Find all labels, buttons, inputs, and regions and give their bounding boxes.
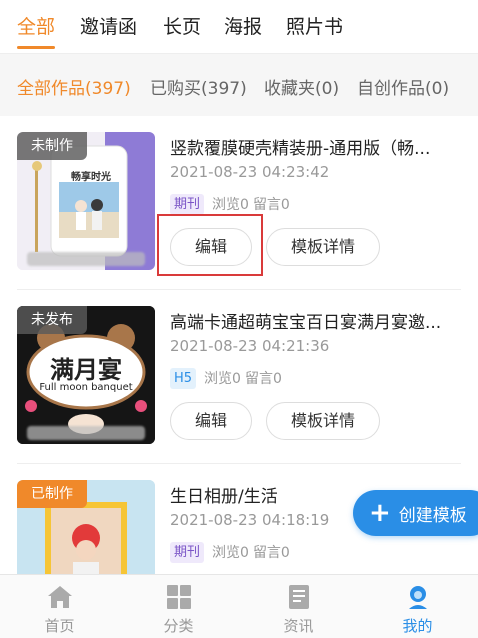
- create-template-button[interactable]: + 创建模板: [353, 490, 478, 536]
- type-tag: 期刊: [170, 541, 205, 563]
- tab-all[interactable]: 全部: [17, 12, 55, 39]
- blurred-watermark: [27, 426, 145, 440]
- view-count: 浏览0: [212, 545, 249, 561]
- home-icon: [48, 586, 72, 608]
- template-detail-button[interactable]: 模板详情: [266, 402, 380, 440]
- tab-invitation[interactable]: 邀请函: [80, 12, 137, 39]
- filter-favorites[interactable]: 收藏夹(0): [264, 74, 339, 99]
- type-tag: 期刊: [170, 193, 205, 215]
- work-title[interactable]: 竖款覆膜硬壳精装册-通用版（畅...: [170, 134, 460, 159]
- comment-count: 留言0: [244, 371, 282, 387]
- tab-poster[interactable]: 海报: [224, 12, 262, 39]
- status-badge: 未制作: [17, 132, 87, 160]
- nav-label: 首页: [44, 617, 75, 635]
- grid-icon: [167, 585, 191, 609]
- work-date: 2021-08-23 04:23:42: [170, 163, 330, 181]
- user-icon: [409, 586, 427, 609]
- edit-button-highlight: [157, 214, 263, 276]
- template-detail-button[interactable]: 模板详情: [266, 228, 380, 266]
- category-tabs: 全部 邀请函 长页 海报 照片书: [0, 0, 478, 54]
- thumbnail-subcaption: Full moon banquet: [39, 382, 133, 393]
- filter-bar: 全部作品(397) 已购买(397) 收藏夹(0) 自创作品(0): [0, 54, 478, 116]
- thumbnail-caption: 满月宴: [50, 356, 122, 384]
- comment-count: 留言0: [252, 545, 290, 561]
- filter-self-created[interactable]: 自创作品(0): [357, 74, 449, 99]
- news-icon: [289, 585, 309, 609]
- nav-news[interactable]: 资讯: [239, 575, 358, 638]
- filter-all-works[interactable]: 全部作品(397): [17, 74, 131, 99]
- work-title[interactable]: 高端卡通超萌宝宝百日宴满月宴邀...: [170, 308, 460, 333]
- tab-long-page[interactable]: 长页: [163, 12, 201, 39]
- create-template-label: 创建模板: [398, 505, 467, 526]
- filter-purchased[interactable]: 已购买(397): [150, 74, 247, 99]
- nav-category[interactable]: 分类: [119, 575, 238, 638]
- thumbnail-caption: 畅享时光: [71, 172, 111, 183]
- nav-label: 我的: [402, 617, 433, 635]
- tab-photo-book[interactable]: 照片书: [286, 12, 343, 39]
- nav-label: 资讯: [283, 617, 314, 635]
- work-card[interactable]: 满月宴 Full moon banquet 未发布 高端卡通超萌宝宝百日宴满月宴…: [0, 290, 478, 464]
- work-meta: H5 浏览0 留言0: [170, 367, 286, 389]
- blurred-watermark: [27, 252, 145, 266]
- work-meta: 期刊 浏览0 留言0: [170, 541, 294, 563]
- bottom-nav: 首页 分类 资讯 我的: [0, 574, 478, 638]
- work-date: 2021-08-23 04:18:19: [170, 511, 330, 529]
- view-count: 浏览0: [204, 371, 241, 387]
- work-card[interactable]: 畅享时光 未制作 竖款覆膜硬壳精装册-通用版（畅... 2021-08-23 0…: [0, 116, 478, 290]
- work-meta: 期刊 浏览0 留言0: [170, 193, 294, 215]
- view-count: 浏览0: [212, 197, 249, 213]
- nav-label: 分类: [163, 617, 194, 635]
- status-badge: 未发布: [17, 306, 87, 334]
- work-thumbnail[interactable]: 畅享时光 未制作: [17, 132, 155, 270]
- work-date: 2021-08-23 04:21:36: [170, 337, 330, 355]
- comment-count: 留言0: [252, 197, 290, 213]
- work-thumbnail[interactable]: 已制作: [17, 480, 155, 574]
- edit-button[interactable]: 编辑: [170, 402, 252, 440]
- work-thumbnail[interactable]: 满月宴 Full moon banquet 未发布: [17, 306, 155, 444]
- status-badge: 已制作: [17, 480, 87, 508]
- nav-mine[interactable]: 我的: [358, 575, 477, 638]
- plus-icon: +: [369, 498, 391, 528]
- nav-home[interactable]: 首页: [0, 575, 119, 638]
- active-tab-indicator: [17, 46, 55, 49]
- type-tag: H5: [170, 367, 197, 389]
